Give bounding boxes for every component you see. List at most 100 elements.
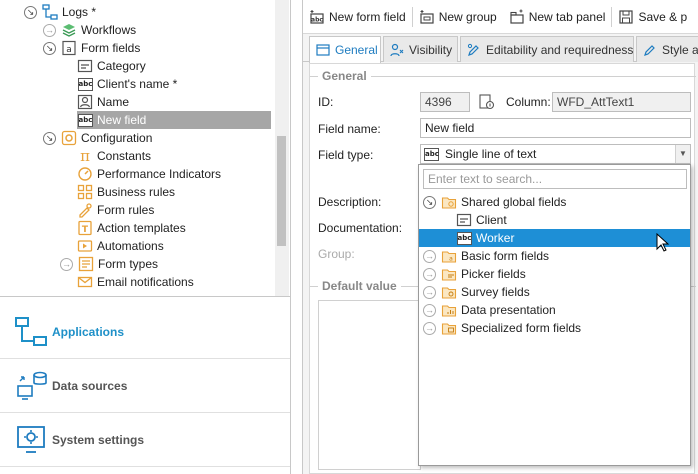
tree-item-business-rules[interactable]: Business rules: [77, 183, 175, 201]
svg-text:a: a: [449, 256, 453, 263]
tree-item-new-field[interactable]: abc New field: [77, 111, 271, 129]
dropdown-group-shared-global-fields[interactable]: ↘ Shared global fields: [419, 193, 690, 211]
applications-icon: [12, 314, 52, 350]
tree-scrollbar-thumb[interactable]: [277, 136, 286, 246]
tab-editability-label: Editability and requiredness: [486, 42, 634, 57]
nav-data-sources-label: Data sources: [52, 378, 128, 393]
tree-item-workflows[interactable]: → Workflows: [43, 21, 136, 39]
tree-item-category[interactable]: Category: [77, 57, 146, 75]
tree-item-label: Configuration: [81, 131, 153, 145]
pi-icon: π: [80, 147, 90, 165]
dropdown-group-picker-fields[interactable]: → Picker fields: [419, 265, 690, 283]
tree-item-action-templates[interactable]: T Action templates: [77, 219, 186, 237]
tree-item-form-fields[interactable]: ↘ a Form fields: [43, 39, 140, 57]
tree-item-label: Workflows: [81, 23, 137, 37]
tree-item-performance-indicators[interactable]: Performance Indicators: [77, 165, 221, 183]
collapse-icon[interactable]: ↘: [423, 195, 436, 209]
data-sources-icon: [12, 368, 52, 404]
field-name-input[interactable]: New field: [420, 118, 691, 138]
chevron-down-icon[interactable]: ▼: [675, 145, 690, 163]
new-form-field-button[interactable]: abc New form field: [303, 4, 412, 30]
email-icon: [77, 274, 93, 290]
process-icon: [42, 4, 58, 20]
svg-text:T: T: [82, 225, 89, 235]
expand-icon[interactable]: →: [43, 23, 56, 37]
choice-field-icon: [456, 212, 472, 228]
nav-system-settings[interactable]: System settings: [0, 413, 290, 467]
save-publish-button[interactable]: Save & p: [612, 4, 693, 30]
expand-icon[interactable]: →: [423, 249, 436, 263]
tree-item-form-types[interactable]: → Form types: [60, 255, 158, 273]
choice-field-icon: [77, 58, 93, 74]
tree-item-label: Logs *: [62, 5, 97, 19]
dropdown-item-worker[interactable]: abc Worker: [419, 229, 690, 247]
expand-icon[interactable]: →: [423, 321, 436, 335]
form-fields-icon: a: [61, 40, 77, 56]
dropdown-item-client[interactable]: Client: [419, 211, 690, 229]
dropdown-search-input[interactable]: Enter text to search...: [423, 169, 687, 189]
id-field: 4396: [420, 92, 470, 112]
tab-visibility[interactable]: Visibility: [383, 36, 458, 62]
dropdown-group-data-presentation[interactable]: → Data presentation: [419, 301, 690, 319]
dropdown-group-survey-fields[interactable]: → Survey fields: [419, 283, 690, 301]
new-group-icon: [419, 9, 435, 25]
dropdown-item-label: Specialized form fields: [461, 321, 582, 335]
new-tab-panel-button[interactable]: New tab panel: [503, 4, 612, 30]
tree-item-name[interactable]: Name: [77, 93, 129, 111]
folder-icon: [441, 266, 457, 282]
dropdown-group-specialized-form-fields[interactable]: → Specialized form fields: [419, 319, 690, 337]
tree-item-configuration[interactable]: ↘ Configuration: [43, 129, 152, 147]
tab-general[interactable]: General: [309, 36, 381, 63]
tree-item-label: Name: [97, 95, 130, 109]
svg-text:a: a: [66, 45, 72, 55]
workflows-icon: [61, 22, 77, 38]
automation-icon: [77, 238, 93, 254]
tree-item-label: Constants: [97, 149, 152, 163]
tab-style[interactable]: Style an: [636, 36, 698, 62]
documentation-label: Documentation:: [318, 221, 403, 235]
save-publish-label: Save & p: [638, 9, 688, 24]
dropdown-item-label: Worker: [476, 231, 515, 245]
new-group-button[interactable]: New group: [413, 4, 503, 30]
tree-item-label: Category: [97, 59, 146, 73]
system-settings-icon: [12, 422, 52, 458]
gauge-icon: [77, 166, 93, 182]
tree-item-logs[interactable]: ↘ Logs *: [24, 3, 96, 21]
expand-icon[interactable]: →: [423, 267, 436, 281]
nav-applications[interactable]: Applications: [0, 305, 290, 359]
id-info-icon[interactable]: [478, 93, 496, 114]
editability-icon: [467, 43, 481, 57]
tree-item-automations[interactable]: Automations: [77, 237, 164, 255]
collapse-icon[interactable]: ↘: [24, 5, 37, 19]
text-field-icon: abc: [424, 147, 439, 161]
field-type-select[interactable]: abc Single line of text: [420, 144, 691, 164]
dropdown-group-basic-form-fields[interactable]: → a Basic form fields: [419, 247, 690, 265]
collapse-icon[interactable]: ↘: [43, 41, 56, 55]
nav-data-sources[interactable]: Data sources: [0, 359, 290, 413]
tree-item-label: Performance Indicators: [97, 167, 222, 181]
default-value-editor[interactable]: [318, 300, 421, 470]
folder-icon: a: [441, 248, 457, 264]
template-icon: T: [77, 220, 93, 236]
column-field: WFD_AttText1: [552, 92, 691, 112]
field-type-label: Field type:: [318, 148, 374, 162]
visibility-icon: [390, 43, 404, 57]
tree-item-label: Business rules: [97, 185, 176, 199]
tree-item-constants[interactable]: π Constants: [77, 147, 151, 165]
new-form-field-label: New form field: [329, 9, 406, 24]
form-rules-icon: [77, 202, 93, 218]
group-label: Group:: [318, 247, 355, 261]
collapse-icon[interactable]: ↘: [43, 131, 56, 145]
expand-icon[interactable]: →: [60, 257, 73, 271]
field-type-value: Single line of text: [445, 147, 537, 161]
text-field-icon: abc: [77, 112, 93, 128]
tree-item-email-notifications[interactable]: Email notifications: [77, 273, 194, 291]
tree-item-label: Action templates: [97, 221, 186, 235]
expand-icon[interactable]: →: [423, 285, 436, 299]
tree-item-clients-name[interactable]: abc Client's name *: [77, 75, 177, 93]
expand-icon[interactable]: →: [423, 303, 436, 317]
tree-item-form-rules[interactable]: Form rules: [77, 201, 154, 219]
left-panel: ↘ Logs * → Workflows ↘ a Form fields Cat…: [0, 0, 291, 474]
tree-item-label: Email notifications: [97, 275, 194, 289]
tab-editability[interactable]: Editability and requiredness: [460, 36, 634, 62]
